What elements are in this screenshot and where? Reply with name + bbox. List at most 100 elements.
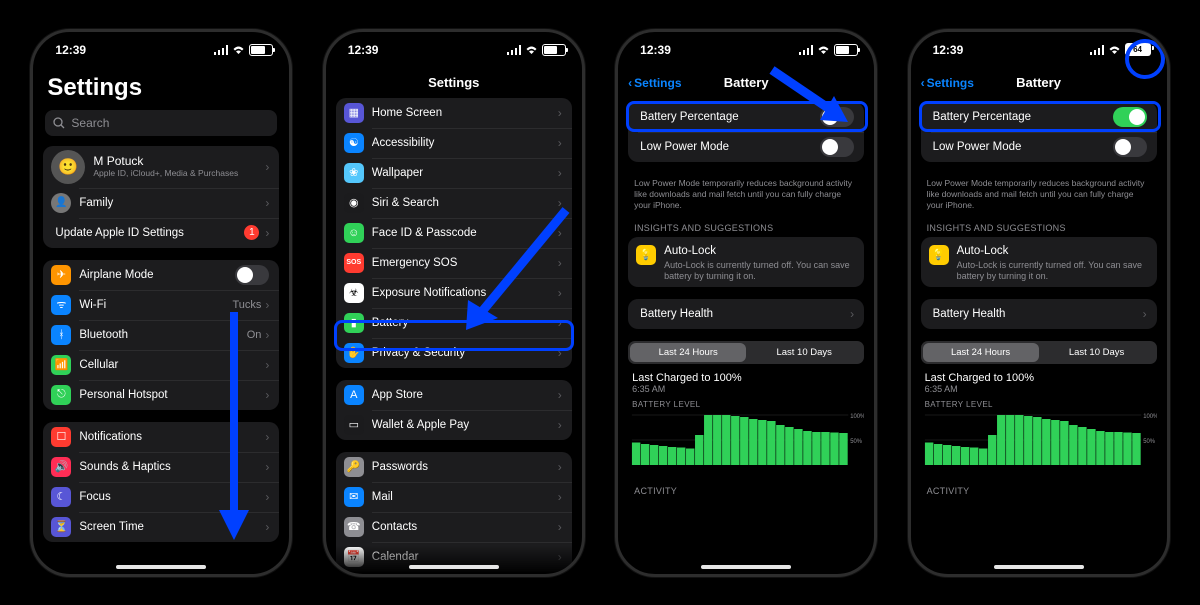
chevron-right-icon: › bbox=[558, 490, 562, 504]
insights-group: 💡 Auto-Lock Auto-Lock is currently turne… bbox=[628, 237, 864, 287]
chart-panel: Last Charged to 100% 6:35 AM BATTERY LEV… bbox=[921, 370, 1157, 474]
home-indicator[interactable] bbox=[701, 565, 791, 569]
back-button[interactable]: ‹ Settings bbox=[921, 76, 974, 90]
seg-10d[interactable]: Last 10 Days bbox=[1039, 343, 1155, 362]
wallet-icon: ▭ bbox=[344, 415, 364, 435]
low-power-label: Low Power Mode bbox=[933, 141, 1113, 153]
chevron-right-icon: › bbox=[265, 460, 269, 474]
notch bbox=[114, 32, 208, 54]
wifi-icon bbox=[817, 45, 830, 55]
status-right: 64 bbox=[1090, 43, 1151, 56]
time-range-segment[interactable]: Last 24 Hours Last 10 Days bbox=[628, 341, 864, 364]
update-label: Update Apple ID Settings bbox=[55, 227, 244, 239]
sos-icon: SOS bbox=[344, 253, 364, 273]
calendar-icon: 📅 bbox=[344, 547, 364, 567]
autolock-insight-row[interactable]: 💡 Auto-Lock Auto-Lock is currently turne… bbox=[921, 237, 1157, 287]
activity-label: ACTIVITY bbox=[618, 484, 874, 500]
wifi-icon bbox=[525, 45, 538, 55]
wallpaper-row[interactable]: ❀Wallpaper› bbox=[336, 158, 572, 188]
status-right bbox=[214, 44, 273, 56]
nav-header: ‹ Settings Battery bbox=[911, 68, 1167, 98]
bell-icon: ☐ bbox=[51, 427, 71, 447]
family-row[interactable]: 👤 Family › bbox=[43, 188, 279, 218]
accessibility-row[interactable]: ☯Accessibility› bbox=[336, 128, 572, 158]
low-power-footnote: Low Power Mode temporarily reduces backg… bbox=[911, 174, 1167, 221]
nav-header: Settings bbox=[326, 68, 582, 98]
avatar: 🙂 bbox=[51, 150, 85, 184]
app-store-row[interactable]: AApp Store› bbox=[336, 380, 572, 410]
chevron-right-icon: › bbox=[850, 307, 854, 321]
apple-id-row[interactable]: 🙂 M Potuck Apple ID, iCloud+, Media & Pu… bbox=[43, 146, 279, 188]
home-screen-row[interactable]: ▦Home Screen› bbox=[336, 98, 572, 128]
battery-icon bbox=[834, 44, 858, 56]
page-title: Settings bbox=[33, 68, 289, 110]
sound-icon: 🔊 bbox=[51, 457, 71, 477]
battery-health-row[interactable]: Battery Health › bbox=[921, 299, 1157, 329]
chevron-right-icon: › bbox=[558, 520, 562, 534]
back-button[interactable]: ‹ Settings bbox=[628, 76, 681, 90]
search-icon bbox=[53, 117, 65, 129]
svg-text:100%: 100% bbox=[1143, 414, 1157, 420]
update-apple-id-row[interactable]: Update Apple ID Settings 1 › bbox=[43, 218, 279, 248]
search-input[interactable]: Search bbox=[45, 110, 277, 136]
row-label: Airplane Mode bbox=[79, 269, 235, 281]
chevron-right-icon: › bbox=[558, 460, 562, 474]
row-label: Calendar bbox=[372, 551, 558, 563]
home-indicator[interactable] bbox=[409, 565, 499, 569]
seg-10d[interactable]: Last 10 Days bbox=[746, 343, 862, 362]
chevron-right-icon: › bbox=[265, 358, 269, 372]
profile-group: 🙂 M Potuck Apple ID, iCloud+, Media & Pu… bbox=[43, 146, 279, 248]
row-label: Mail bbox=[372, 491, 558, 503]
low-power-row[interactable]: Low Power Mode bbox=[628, 132, 864, 162]
chevron-right-icon: › bbox=[558, 388, 562, 402]
arrow-to-battery-annotation bbox=[456, 202, 576, 332]
home-indicator[interactable] bbox=[116, 565, 206, 569]
chevron-right-icon: › bbox=[558, 346, 562, 360]
mail-row[interactable]: ✉Mail› bbox=[336, 482, 572, 512]
arrow-down-annotation bbox=[217, 312, 251, 542]
low-power-row[interactable]: Low Power Mode bbox=[921, 132, 1157, 162]
last-charged-title: Last Charged to 100% bbox=[921, 370, 1157, 384]
chevron-right-icon: › bbox=[265, 520, 269, 534]
chart-label: BATTERY LEVEL bbox=[628, 400, 864, 411]
wifi-icon bbox=[1108, 45, 1121, 55]
seg-24h[interactable]: Last 24 Hours bbox=[923, 343, 1039, 362]
row-label: Home Screen bbox=[372, 107, 558, 119]
badge: 1 bbox=[244, 225, 259, 240]
chevron-right-icon: › bbox=[265, 160, 269, 174]
autolock-insight-row[interactable]: 💡 Auto-Lock Auto-Lock is currently turne… bbox=[628, 237, 864, 287]
low-power-toggle[interactable] bbox=[820, 137, 854, 157]
battery-icon: ▮ bbox=[344, 313, 364, 333]
time-range-segment[interactable]: Last 24 Hours Last 10 Days bbox=[921, 341, 1157, 364]
contacts-row[interactable]: ☎Contacts› bbox=[336, 512, 572, 542]
battery-toggles-group: Battery Percentage Low Power Mode bbox=[921, 102, 1157, 162]
cellular-icon: 📶 bbox=[51, 355, 71, 375]
autolock-icon: 💡 bbox=[636, 245, 656, 265]
low-power-toggle[interactable] bbox=[1113, 137, 1147, 157]
clock: 12:39 bbox=[348, 43, 379, 57]
last-charged-time: 6:35 AM bbox=[628, 384, 864, 400]
airplane-mode-row[interactable]: ✈Airplane Mode bbox=[43, 260, 279, 290]
battery-percent-icon: 64 bbox=[1125, 43, 1151, 56]
phone-3-battery-off: 12:39 ‹ Settings Battery Battery Percent… bbox=[615, 29, 877, 577]
insights-group: 💡 Auto-Lock Auto-Lock is currently turne… bbox=[921, 237, 1157, 287]
chevron-right-icon: › bbox=[265, 226, 269, 240]
chevron-right-icon: › bbox=[558, 136, 562, 150]
battery-health-label: Battery Health bbox=[640, 308, 850, 320]
passwords-row[interactable]: 🔑Passwords› bbox=[336, 452, 572, 482]
status-right bbox=[799, 44, 858, 56]
battery-percentage-row[interactable]: Battery Percentage bbox=[921, 102, 1157, 132]
apps-group: 🔑Passwords›✉Mail›☎Contacts› 📅 Calendar › bbox=[336, 452, 572, 572]
battery-health-row[interactable]: Battery Health › bbox=[628, 299, 864, 329]
wallet-apple-pay-row[interactable]: ▭Wallet & Apple Pay› bbox=[336, 410, 572, 440]
nav-title: Settings bbox=[428, 75, 479, 90]
battery-percentage-toggle[interactable] bbox=[1113, 107, 1147, 127]
toggle[interactable] bbox=[235, 265, 269, 285]
battery-icon bbox=[542, 44, 566, 56]
row-label: Contacts bbox=[372, 521, 558, 533]
home-indicator[interactable] bbox=[994, 565, 1084, 569]
autolock-title: Auto-Lock bbox=[664, 245, 854, 257]
privacy-security-row[interactable]: ✋Privacy & Security› bbox=[336, 338, 572, 368]
seg-24h[interactable]: Last 24 Hours bbox=[630, 343, 746, 362]
notch bbox=[699, 32, 793, 54]
